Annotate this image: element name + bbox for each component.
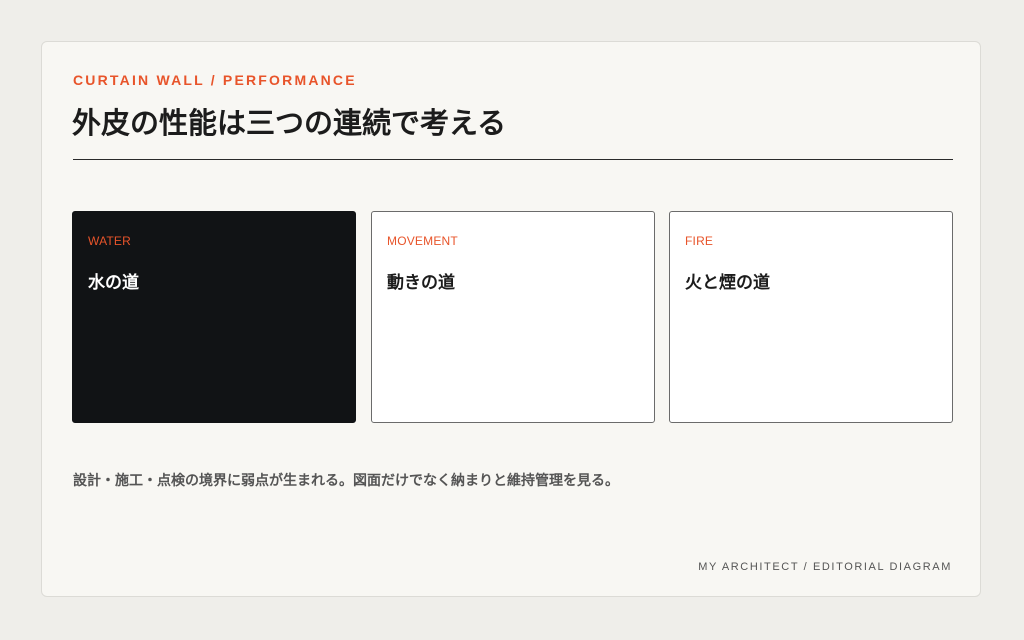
eyebrow-label: CURTAIN WALL / PERFORMANCE	[73, 72, 357, 88]
card-water: WATER 水の道	[72, 211, 356, 423]
card-movement-label: MOVEMENT	[387, 234, 458, 248]
summary-note: 設計・施工・点検の境界に弱点が生まれる。図面だけでなく納まりと維持管理を見る。	[73, 473, 619, 489]
card-movement-heading: 動きの道	[387, 273, 455, 293]
card-water-heading: 水の道	[88, 273, 139, 293]
title-divider	[73, 159, 953, 160]
page-title: 外皮の性能は三つの連続で考える	[72, 106, 507, 140]
footer-credit: MY ARCHITECT / EDITORIAL DIAGRAM	[698, 561, 952, 573]
card-water-label: WATER	[88, 234, 131, 248]
card-fire-heading: 火と煙の道	[685, 273, 770, 293]
card-fire: FIRE 火と煙の道	[669, 211, 953, 423]
card-fire-label: FIRE	[685, 234, 714, 248]
diagram-panel: CURTAIN WALL / PERFORMANCE 外皮の性能は三つの連続で考…	[41, 41, 981, 597]
card-movement: MOVEMENT 動きの道	[371, 211, 655, 423]
